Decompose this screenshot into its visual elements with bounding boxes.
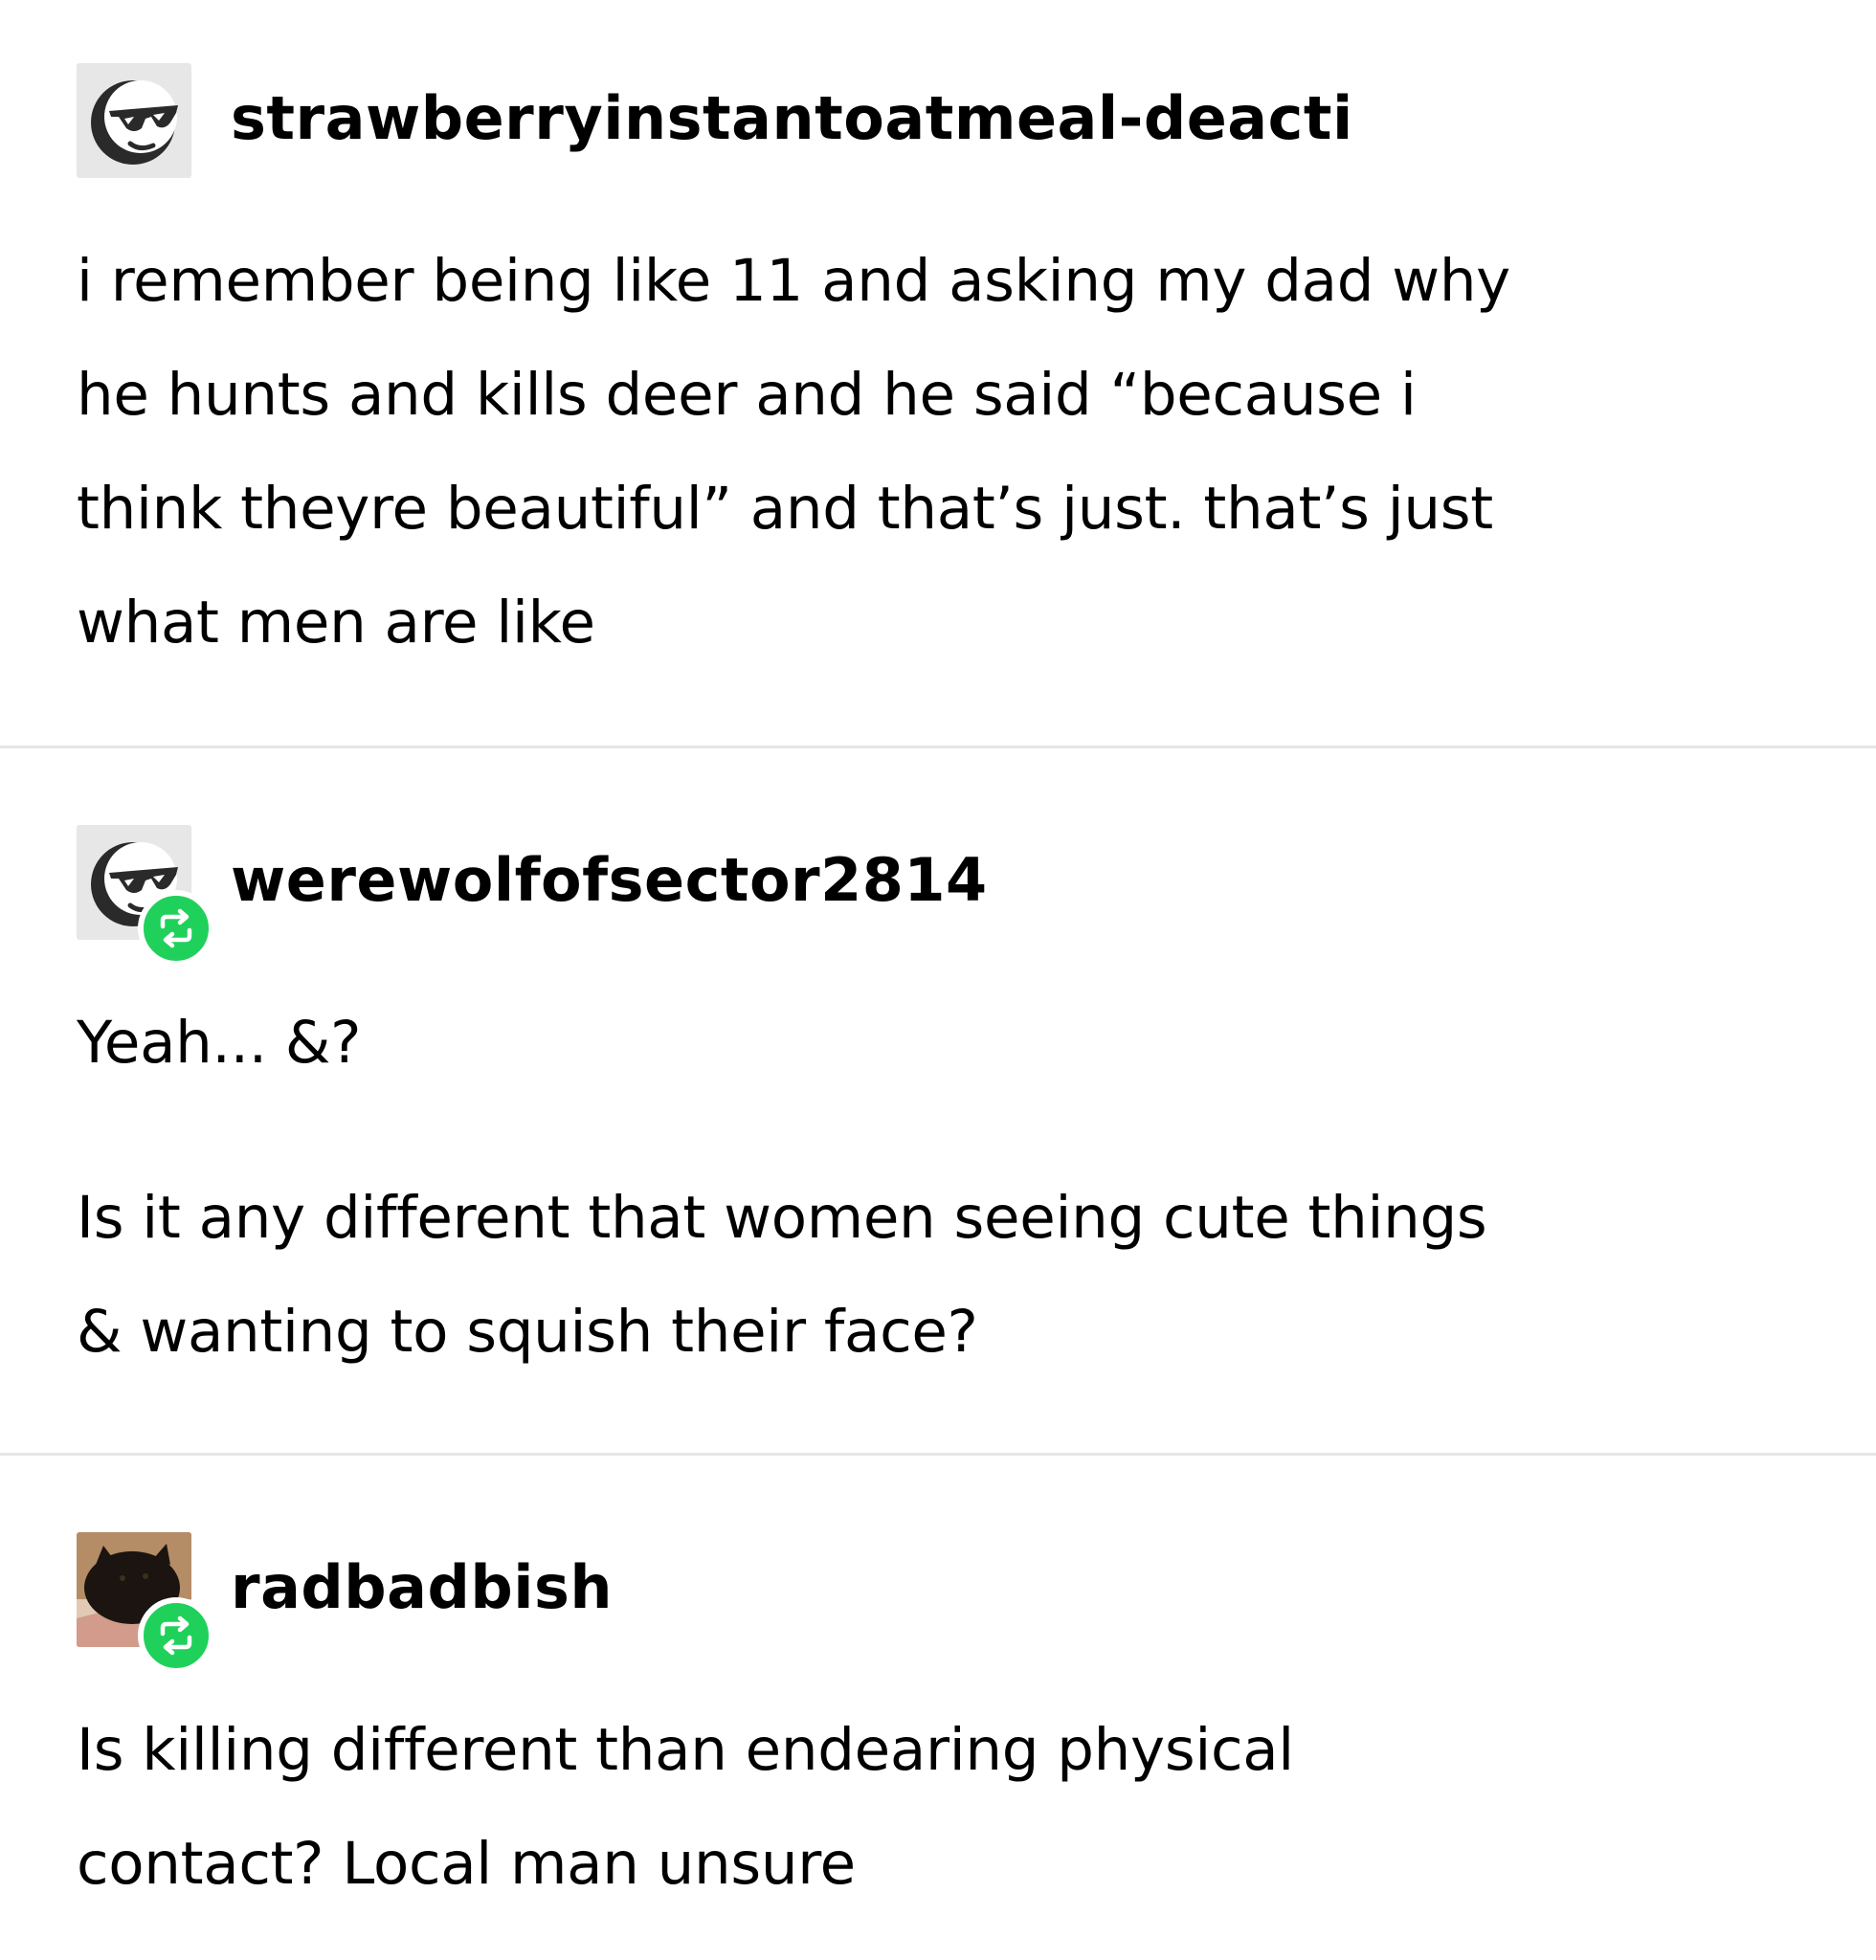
post-text-line: he hunts and kills deer and he said “bec… bbox=[77, 361, 1417, 429]
avatar[interactable] bbox=[77, 63, 191, 178]
divider bbox=[0, 746, 1876, 748]
post-text-line: & wanting to squish their face? bbox=[77, 1298, 978, 1366]
avatar[interactable] bbox=[77, 1532, 214, 1674]
post-body: Is killing different than endearing phys… bbox=[77, 1693, 1799, 1921]
username[interactable]: werewolfofsector2814 bbox=[231, 825, 988, 940]
post-header: werewolfofsector2814 bbox=[77, 825, 1799, 967]
post-body: Is it any different that women seeing cu… bbox=[77, 1161, 1799, 1389]
username[interactable]: strawberryinstantoatmeal-deacti bbox=[231, 63, 1353, 178]
reblog-icon bbox=[160, 908, 192, 948]
post-text-line: think theyre beautiful” and that’s just.… bbox=[77, 475, 1493, 543]
post-body: Yeah... &? bbox=[77, 986, 1799, 1100]
post-header: radbadbish bbox=[77, 1532, 1799, 1674]
post-text-line: what men are like bbox=[77, 589, 595, 657]
post-body: i remember being like 11 and asking my d… bbox=[77, 224, 1799, 679]
divider bbox=[0, 1453, 1876, 1456]
username[interactable]: radbadbish bbox=[231, 1532, 613, 1647]
post-text-line: Is killing different than endearing phys… bbox=[77, 1716, 1294, 1784]
post-text-line: contact? Local man unsure bbox=[77, 1830, 856, 1898]
sunglasses-face-icon bbox=[91, 80, 178, 165]
reblog-badge bbox=[138, 1597, 214, 1674]
post-header: strawberryinstantoatmeal-deacti bbox=[77, 63, 1799, 178]
avatar[interactable] bbox=[77, 825, 214, 967]
reblog-icon bbox=[160, 1615, 192, 1656]
post-text-line: i remember being like 11 and asking my d… bbox=[77, 247, 1510, 315]
post-text-line: Yeah... &? bbox=[77, 1009, 362, 1077]
post-text-line: Is it any different that women seeing cu… bbox=[77, 1184, 1487, 1252]
reblog-badge bbox=[138, 890, 214, 967]
